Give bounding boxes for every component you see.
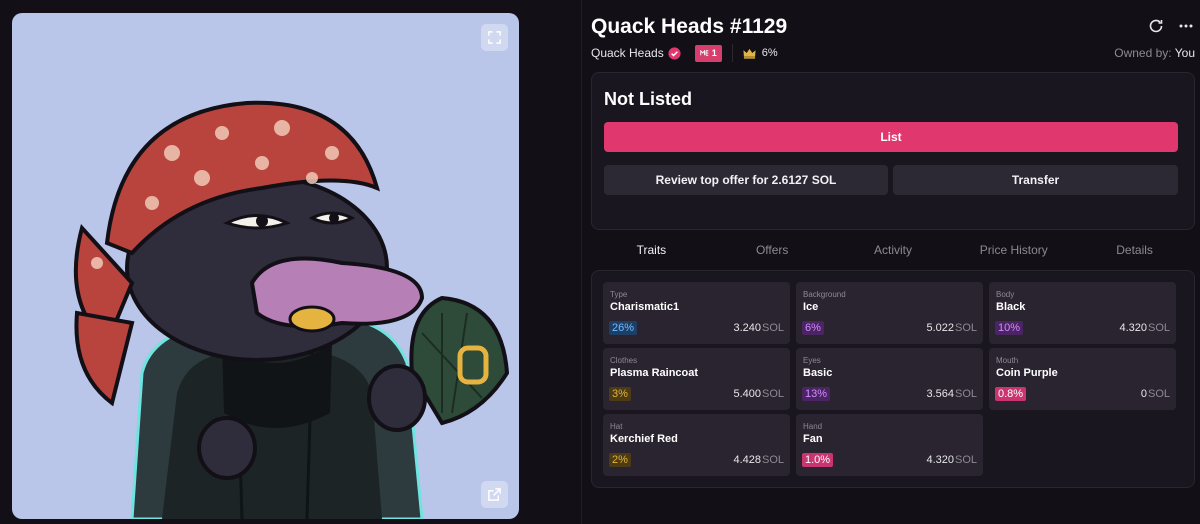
transfer-button[interactable]: Transfer: [893, 165, 1178, 195]
trait-rarity: 3%: [609, 387, 631, 401]
review-offer-button[interactable]: Review top offer for 2.6127 SOL: [604, 165, 888, 195]
trait-price-unit: SOL: [761, 454, 784, 466]
listing-card: Not Listed List Review top offer for 2.6…: [591, 72, 1195, 230]
trait-type: Eyes: [803, 356, 821, 365]
listing-status: Not Listed: [604, 89, 692, 109]
trait-value: Fan: [803, 433, 823, 445]
owner-name[interactable]: You: [1175, 46, 1195, 60]
crown-icon: [743, 48, 756, 59]
trait-value: Plasma Raincoat: [610, 367, 699, 379]
trait-rarity: 6%: [802, 321, 824, 335]
trait-price-value: 4.428: [733, 454, 761, 466]
trait-price-unit: SOL: [761, 388, 784, 400]
trait-price-value: 4.320: [1119, 322, 1147, 334]
trait-type: Mouth: [996, 356, 1019, 365]
expand-button[interactable]: [481, 24, 508, 51]
trait-rarity: 26%: [609, 321, 638, 335]
trait-price-value: 3.240: [733, 322, 761, 334]
trait-price-value: 4.320: [926, 454, 954, 466]
trait-rarity: 0.8%: [995, 387, 1027, 401]
nft-image[interactable]: [12, 13, 519, 519]
tab-activity[interactable]: Activity: [833, 240, 954, 260]
trait-floor-price: 4.320SOL: [1119, 322, 1170, 334]
trait-type: Body: [996, 290, 1015, 299]
open-external-button[interactable]: [481, 481, 508, 508]
trait-floor-price: 4.428SOL: [733, 454, 784, 466]
tab-offers[interactable]: Offers: [712, 240, 833, 260]
trait-card[interactable]: Body Black 10% 4.320SOL: [989, 282, 1176, 344]
trait-rarity: 2%: [609, 453, 631, 467]
tab-price-history[interactable]: Price History: [953, 240, 1074, 260]
tab-traits[interactable]: Traits: [591, 240, 712, 260]
trait-card[interactable]: Hat Kerchief Red 2% 4.428SOL: [603, 414, 790, 476]
refresh-icon: [1149, 19, 1163, 33]
trait-type: Hand: [803, 422, 823, 431]
trait-price-value: 5.022: [926, 322, 954, 334]
trait-floor-price: 3.564SOL: [926, 388, 977, 400]
trait-card[interactable]: Background Ice 6% 5.022SOL: [796, 282, 983, 344]
rarity-rank: 6%: [761, 47, 778, 59]
trait-type: Type: [610, 290, 628, 299]
trait-floor-price: 5.022SOL: [926, 322, 977, 334]
trait-type: Background: [803, 290, 846, 299]
more-button[interactable]: [1177, 17, 1195, 35]
title-actions: [1147, 17, 1195, 35]
trait-value: Ice: [803, 301, 819, 313]
owned-by-label: Owned by:: [1114, 46, 1172, 60]
external-link-icon: [488, 488, 501, 501]
trait-value: Basic: [803, 367, 833, 379]
trait-type: Hat: [610, 422, 623, 431]
trait-price-value: 5.400: [733, 388, 761, 400]
trait-price-unit: SOL: [1147, 322, 1170, 334]
traits-panel: Type Charismatic1 26% 3.240SOL Backgroun…: [591, 270, 1195, 488]
trait-price-unit: SOL: [954, 322, 977, 334]
collection-link[interactable]: Quack Heads: [591, 46, 664, 60]
expand-icon: [488, 31, 501, 44]
trait-rarity: 10%: [995, 321, 1024, 335]
trait-price-value: 0: [1140, 388, 1147, 400]
detail-tabs: Traits Offers Activity Price History Det…: [591, 240, 1195, 260]
me-rank-value: 1: [711, 48, 717, 58]
verified-icon: [668, 46, 681, 60]
trait-value: Kerchief Red: [610, 433, 678, 445]
more-icon: [1179, 24, 1193, 28]
traits-grid: Type Charismatic1 26% 3.240SOL Backgroun…: [603, 282, 1176, 476]
trait-type: Clothes: [610, 356, 638, 365]
trait-card[interactable]: Eyes Basic 13% 3.564SOL: [796, 348, 983, 410]
trait-price-unit: SOL: [954, 388, 977, 400]
trait-card[interactable]: Clothes Plasma Raincoat 3% 5.400SOL: [603, 348, 790, 410]
list-button[interactable]: List: [604, 122, 1178, 152]
me-rank-badge: 1: [694, 44, 722, 62]
panel-divider: [581, 0, 582, 524]
trait-floor-price: 0SOL: [1141, 388, 1170, 400]
nft-meta-row: Quack Heads 1 6% Owned by: You: [591, 44, 1195, 62]
trait-card[interactable]: Mouth Coin Purple 0.8% 0SOL: [989, 348, 1176, 410]
trait-value: Coin Purple: [996, 367, 1058, 379]
trait-price-value: 3.564: [926, 388, 954, 400]
trait-floor-price: 3.240SOL: [733, 322, 784, 334]
trait-card[interactable]: Hand Fan 1.0% 4.320SOL: [796, 414, 983, 476]
trait-rarity: 1.0%: [802, 453, 834, 467]
meta-separator: [731, 44, 733, 62]
trait-price-unit: SOL: [1147, 388, 1170, 400]
refresh-button[interactable]: [1147, 17, 1165, 35]
trait-value: Charismatic1: [610, 301, 680, 313]
trait-card[interactable]: Type Charismatic1 26% 3.240SOL: [603, 282, 790, 344]
trait-rarity: 13%: [802, 387, 831, 401]
trait-price-unit: SOL: [954, 454, 977, 466]
nft-artwork: [73, 100, 510, 519]
tab-details[interactable]: Details: [1074, 240, 1195, 260]
trait-value: Black: [996, 301, 1026, 313]
details-panel: Quack Heads #1129 Quack Heads 1 6% Owned…: [591, 0, 1195, 524]
nft-title: Quack Heads #1129: [591, 15, 788, 38]
trait-floor-price: 5.400SOL: [733, 388, 784, 400]
trait-price-unit: SOL: [761, 322, 784, 334]
owner-info: Owned by: You: [1114, 46, 1195, 60]
trait-floor-price: 4.320SOL: [926, 454, 977, 466]
me-logo-icon: [700, 50, 708, 56]
